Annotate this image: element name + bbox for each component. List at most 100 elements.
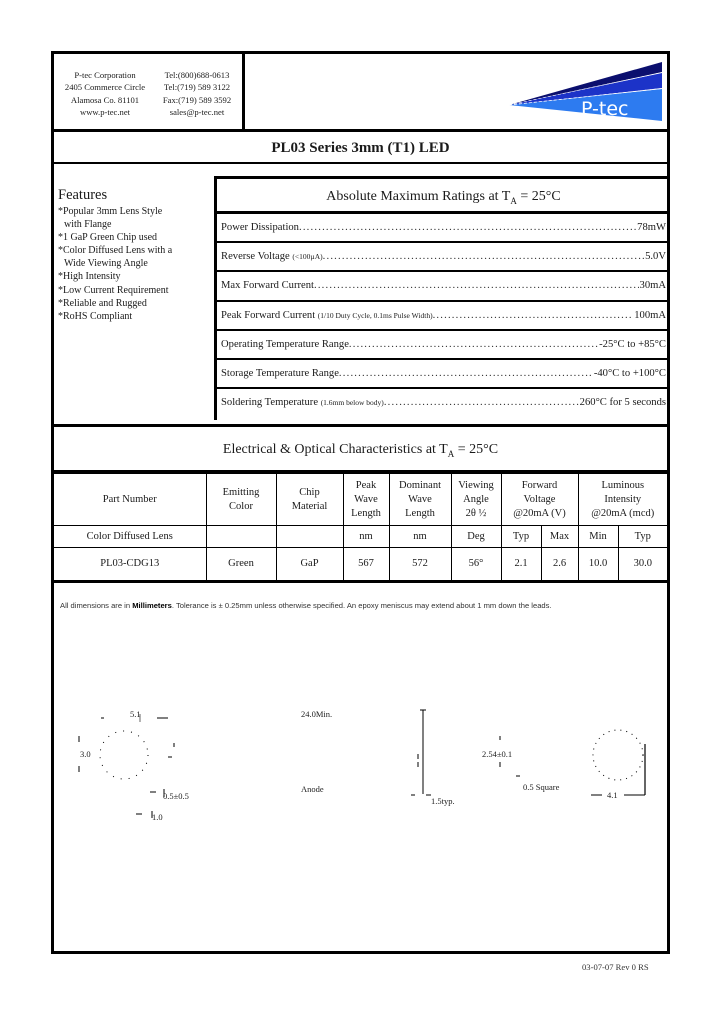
- unit-cell: Max: [540, 525, 579, 548]
- feature-item: Wide Viewing Angle: [64, 258, 148, 270]
- features-items: *Popular 3mm Lens Style with Flange *1 GaP…: [58, 205, 208, 323]
- header: P-tec Corporation 2405 Commerce Circle A…: [54, 54, 667, 132]
- electrical-table: Part Number Emitting Color Chip Material P…: [54, 473, 667, 583]
- dim-pitch: 2.54±0.1: [482, 749, 513, 759]
- leader-dots: [349, 331, 598, 358]
- data-cell: 56°: [450, 547, 502, 583]
- rating-row: Storage Temperature Range -40°C to +100°C: [217, 360, 670, 390]
- dim-diameter: 4.1: [607, 790, 618, 800]
- rating-label: Soldering Temperature (1.6mm below body): [221, 397, 384, 409]
- unit-cell: Typ: [617, 525, 667, 548]
- rating-label: Peak Forward Current (1/10 Duty Cycle, 0…: [221, 309, 433, 321]
- website-link[interactable]: www.p-tec.net: [56, 106, 154, 118]
- th-viewing-angle: Viewing Angle 2θ ½: [450, 473, 502, 526]
- logo-text: P-tec: [581, 98, 628, 120]
- page-title: PL03 Series 3mm (T1) LED: [54, 132, 667, 164]
- rating-label: Reverse Voltage (<100µA): [221, 251, 323, 263]
- unit-cell: Deg: [450, 525, 502, 548]
- rating-value: 5.0V: [645, 251, 666, 263]
- th-dominant-wave: Dominant Wave Length: [388, 473, 452, 526]
- tel-tollfree: Tel:(800)688-0613: [164, 70, 230, 80]
- unit-cell: nm: [342, 525, 390, 548]
- data-cell: 2.1: [500, 547, 542, 583]
- rating-label: Operating Temperature Range: [221, 338, 349, 350]
- ptec-logo: P-tec: [509, 62, 663, 121]
- package-drawing: 5.1 3.0 0.5±0.5 1.0 24.0Min. Anode 2.54±…: [54, 694, 667, 854]
- company-name: P-tec Corporation: [74, 70, 136, 80]
- feature-item: *Color Diffused Lens with a: [58, 245, 173, 257]
- dimension-note: All dimensions are in Millimeters. Toler…: [60, 601, 552, 610]
- feature-item: *Reliable and Rugged: [58, 297, 147, 309]
- leader-dots: [384, 389, 579, 418]
- electrical-title: Electrical & Optical Characteristics at …: [54, 427, 667, 473]
- unit-cell: [205, 525, 277, 548]
- feature-item: *Low Current Requirement: [58, 284, 169, 296]
- features-list: Features *Popular 3mm Lens Style with Fla…: [58, 186, 208, 323]
- contact-address: P-tec Corporation 2405 Commerce Circle A…: [56, 69, 154, 119]
- datasheet-frame: P-tec Corporation 2405 Commerce Circle A…: [51, 51, 670, 954]
- th-chip-material: Chip Material: [275, 473, 344, 526]
- features-heading: Features: [58, 187, 108, 203]
- fax: Fax:(719) 589 3592: [162, 94, 232, 105]
- rating-label: Power Dissipation: [221, 222, 299, 233]
- rating-row: Max Forward Current 30mA: [217, 272, 670, 302]
- data-cell: GaP: [275, 547, 344, 583]
- leader-dots: [314, 272, 639, 299]
- th-part-number: Part Number: [54, 473, 207, 526]
- rating-value: 100mA: [634, 309, 666, 321]
- rating-label: Max Forward Current: [221, 280, 314, 292]
- th-forward-voltage: Forward Voltage @20mA (V): [500, 473, 579, 526]
- data-cell: PL03-CDG13: [54, 547, 207, 583]
- rating-value: -40°C to +100°C: [593, 367, 666, 379]
- feature-item: *Popular 3mm Lens Style: [58, 206, 163, 217]
- label-anode: Anode: [301, 784, 324, 794]
- rating-value: 260°C for 5 seconds: [579, 397, 666, 409]
- unit-cell: [275, 525, 344, 548]
- absmax-title: Absolute Maximum Ratings at TA = 25°C: [217, 179, 670, 214]
- table-header-row: Part Number Emitting Color Chip Material P…: [54, 473, 667, 526]
- dim-height-left: 3.0: [80, 749, 91, 759]
- contact-phones: Tel:(800)688-0613 Tel:(719) 589 3122 Fax…: [156, 69, 238, 119]
- rating-row: Peak Forward Current (1/10 Duty Cycle, 0…: [217, 302, 670, 331]
- dim-lead-width: 0.5±0.5: [163, 791, 189, 801]
- dim-flange: 1.0: [152, 812, 163, 822]
- th-luminous-intensity: Luminous Intensity @20mA (mcd): [577, 473, 667, 526]
- leader-dots: [299, 214, 636, 241]
- table-units-row: Color Diffused Lens nm nm Deg Typ Max Min Typ: [54, 525, 667, 548]
- rating-value: -25°C to +85°C: [599, 338, 666, 350]
- leader-dots: [339, 360, 593, 387]
- street: 2405 Commerce Circle: [64, 82, 146, 93]
- th-peak-wave: Peak Wave Length: [342, 473, 390, 526]
- data-cell: 567: [342, 547, 390, 583]
- leader-dots: [323, 243, 644, 270]
- data-cell: 2.6: [540, 547, 579, 583]
- rating-row: Power Dissipation 78mW: [217, 214, 670, 244]
- dim-lead-length: 24.0Min.: [301, 709, 333, 719]
- drawing-lines: [78, 709, 646, 818]
- rating-value: 78mW: [637, 222, 666, 233]
- data-cell: 10.0: [577, 547, 619, 583]
- feature-item: *1 GaP Green Chip used: [58, 232, 158, 244]
- email-link[interactable]: sales@p-tec.net: [156, 106, 238, 118]
- unit-cell: nm: [388, 525, 452, 548]
- absolute-max-ratings: Absolute Maximum Ratings at TA = 25°C Po…: [214, 176, 670, 420]
- data-cell: 572: [388, 547, 452, 583]
- table-row: PL03-CDG13 Green GaP 567 572 56° 2.1 2.6 10.0 30.…: [54, 547, 667, 583]
- rating-row: Operating Temperature Range -25°C to +85°…: [217, 331, 670, 360]
- leader-dots: [433, 302, 634, 329]
- rating-value: 30mA: [639, 280, 666, 292]
- revision-footer: 03-07-07 Rev 0 RS: [582, 962, 649, 972]
- data-cell: Green: [205, 547, 277, 583]
- th-emitting-color: Emitting Color: [205, 473, 277, 526]
- dim-square: 0.5 Square: [523, 782, 560, 792]
- data-cell: 30.0: [617, 547, 667, 583]
- rating-row: Reverse Voltage (<100µA) 5.0V: [217, 243, 670, 273]
- tel: Tel:(719) 589 3122: [163, 82, 231, 93]
- unit-cell: Typ: [500, 525, 542, 548]
- rating-label: Storage Temperature Range: [221, 367, 339, 379]
- unit-cell: Min: [577, 525, 619, 548]
- feature-item: *RoHS Compliant: [58, 310, 133, 322]
- city: Alamosa Co. 81101: [70, 94, 140, 105]
- dim-width-top: 5.1: [130, 709, 141, 719]
- rating-row: Soldering Temperature (1.6mm below body)…: [217, 389, 670, 418]
